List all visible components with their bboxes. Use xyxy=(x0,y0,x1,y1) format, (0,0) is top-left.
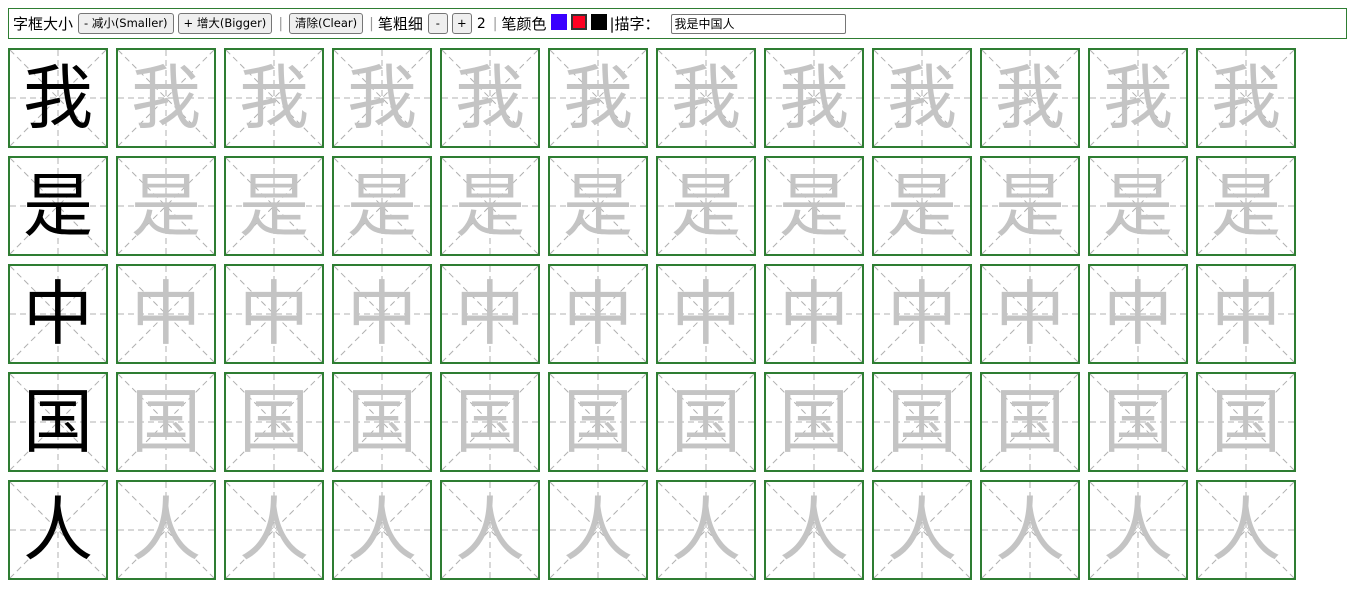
color-swatch-blue[interactable] xyxy=(551,13,568,30)
tracing-cell[interactable]: 中 xyxy=(332,264,432,364)
tracing-cell[interactable]: 中 xyxy=(1088,264,1188,364)
tracing-cell[interactable]: 我 xyxy=(656,48,756,148)
tracing-cell[interactable]: 中 xyxy=(656,264,756,364)
tracing-cell[interactable]: 人 xyxy=(1196,480,1296,580)
tracing-cell[interactable]: 人 xyxy=(764,480,864,580)
tracing-cell[interactable]: 国 xyxy=(764,372,864,472)
tracing-cell[interactable]: 人 xyxy=(656,480,756,580)
tracing-cell[interactable]: 我 xyxy=(764,48,864,148)
tracing-cell[interactable]: 是 xyxy=(116,156,216,256)
model-character-cell[interactable]: 国 xyxy=(8,372,108,472)
tracing-cell[interactable]: 中 xyxy=(224,264,324,364)
tracing-cell[interactable]: 是 xyxy=(1088,156,1188,256)
tracing-cell[interactable]: 中 xyxy=(440,264,540,364)
stroke-width-label: 笔粗细 xyxy=(377,15,423,33)
tracing-cell[interactable]: 是 xyxy=(224,156,324,256)
tracing-cell[interactable]: 人 xyxy=(1088,480,1188,580)
character-row: 中中中中中中中中中中中中 xyxy=(8,264,1304,372)
tracing-cell[interactable]: 我 xyxy=(332,48,432,148)
tracing-cell[interactable]: 我 xyxy=(872,48,972,148)
separator: | xyxy=(369,15,374,32)
tracing-cell[interactable]: 是 xyxy=(440,156,540,256)
model-character-cell[interactable]: 中 xyxy=(8,264,108,364)
trace-text-input[interactable] xyxy=(670,13,846,34)
color-swatch-black[interactable] xyxy=(591,13,608,30)
tracing-cell[interactable]: 国 xyxy=(872,372,972,472)
tracing-cell[interactable]: 国 xyxy=(1088,372,1188,472)
character-row: 我我我我我我我我我我我我 xyxy=(8,48,1304,156)
tracing-cell[interactable]: 国 xyxy=(332,372,432,472)
character-row: 国国国国国国国国国国国国 xyxy=(8,372,1304,480)
tracing-cell[interactable]: 国 xyxy=(224,372,324,472)
character-row: 人人人人人人人人人人人人 xyxy=(8,480,1304,588)
tracing-cell[interactable]: 我 xyxy=(1196,48,1296,148)
model-character-cell[interactable]: 是 xyxy=(8,156,108,256)
tracing-cell[interactable]: 人 xyxy=(116,480,216,580)
tracing-cell[interactable]: 人 xyxy=(332,480,432,580)
pen-color-label: 笔颜色 xyxy=(501,15,547,33)
tracing-cell[interactable]: 是 xyxy=(1196,156,1296,256)
tracing-cell[interactable]: 国 xyxy=(440,372,540,472)
tracing-cell[interactable]: 是 xyxy=(332,156,432,256)
tracing-cell[interactable]: 我 xyxy=(440,48,540,148)
separator: | xyxy=(492,15,498,32)
tracing-cell[interactable]: 中 xyxy=(980,264,1080,364)
tracing-cell[interactable]: 是 xyxy=(872,156,972,256)
tracing-cell[interactable]: 我 xyxy=(224,48,324,148)
color-swatch-red[interactable] xyxy=(571,13,588,30)
bigger-button[interactable]: + 增大(Bigger) xyxy=(177,13,273,34)
color-swatches xyxy=(549,13,609,34)
tracing-cell[interactable]: 人 xyxy=(224,480,324,580)
box-size-label: 字框大小 xyxy=(13,15,74,33)
tracing-cell[interactable]: 国 xyxy=(656,372,756,472)
tracing-cell[interactable]: 人 xyxy=(440,480,540,580)
tracing-cell[interactable]: 是 xyxy=(548,156,648,256)
model-character-cell[interactable]: 我 xyxy=(8,48,108,148)
tracing-cell[interactable]: 中 xyxy=(1196,264,1296,364)
character-row: 是是是是是是是是是是是是 xyxy=(8,156,1304,264)
tracing-cell[interactable]: 人 xyxy=(548,480,648,580)
smaller-button[interactable]: - 减小(Smaller) xyxy=(78,13,174,34)
stroke-width-decrease-button[interactable]: - xyxy=(427,13,448,34)
practice-grid: 我我我我我我我我我我我我是是是是是是是是是是是是中中中中中中中中中中中中国国国国… xyxy=(8,48,1304,588)
stroke-width-value: 2 xyxy=(476,15,486,32)
tracing-cell[interactable]: 人 xyxy=(980,480,1080,580)
separator: | xyxy=(278,15,284,32)
trace-label: |描字： xyxy=(609,15,660,33)
tracing-cell[interactable]: 国 xyxy=(548,372,648,472)
tracing-cell[interactable]: 是 xyxy=(980,156,1080,256)
toolbar: 字框大小 - 减小(Smaller) + 增大(Bigger) | 清除(Cle… xyxy=(8,8,1347,39)
tracing-cell[interactable]: 是 xyxy=(656,156,756,256)
model-character-cell[interactable]: 人 xyxy=(8,480,108,580)
tracing-cell[interactable]: 我 xyxy=(980,48,1080,148)
tracing-cell[interactable]: 中 xyxy=(548,264,648,364)
tracing-cell[interactable]: 国 xyxy=(980,372,1080,472)
tracing-cell[interactable]: 是 xyxy=(764,156,864,256)
tracing-cell[interactable]: 国 xyxy=(1196,372,1296,472)
tracing-cell[interactable]: 中 xyxy=(872,264,972,364)
tracing-cell[interactable]: 中 xyxy=(764,264,864,364)
tracing-cell[interactable]: 国 xyxy=(116,372,216,472)
tracing-cell[interactable]: 中 xyxy=(116,264,216,364)
stroke-width-increase-button[interactable]: + xyxy=(451,13,472,34)
tracing-cell[interactable]: 我 xyxy=(548,48,648,148)
tracing-cell[interactable]: 人 xyxy=(872,480,972,580)
tracing-cell[interactable]: 我 xyxy=(1088,48,1188,148)
clear-button[interactable]: 清除(Clear) xyxy=(289,13,364,34)
tracing-cell[interactable]: 我 xyxy=(116,48,216,148)
